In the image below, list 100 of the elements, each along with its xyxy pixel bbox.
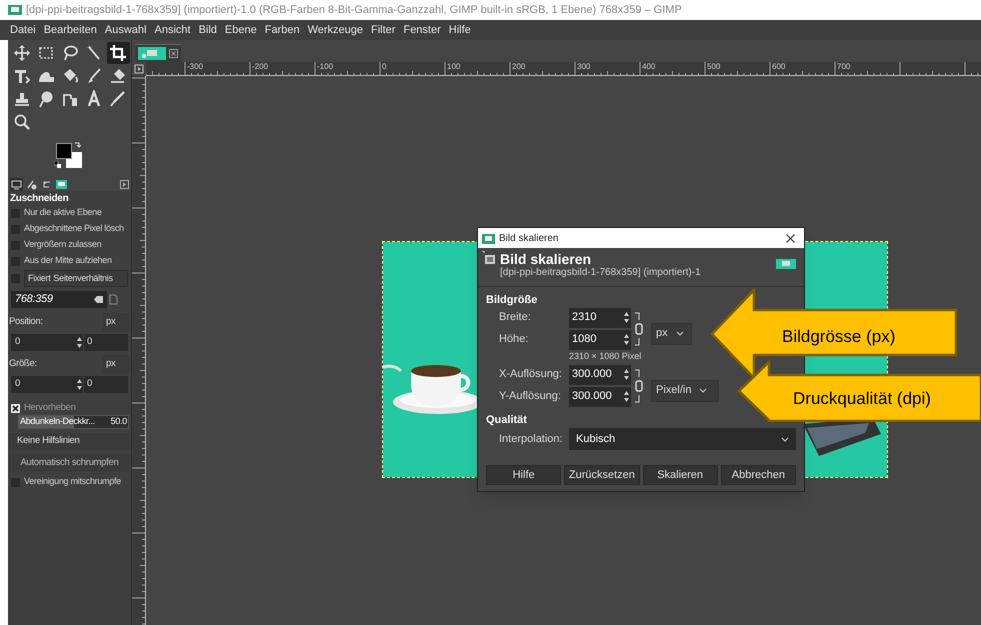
dialog-button[interactable]: Zurücksetzen [564,465,640,485]
pixel-size-info: 2310 × 1080 Pixel [568,350,642,362]
background-color-swatch[interactable] [66,152,82,168]
dock-tab[interactable] [25,178,38,190]
spin-field[interactable]: 0 [84,334,128,351]
ruler-label: 600 [772,62,786,71]
close-icon[interactable] [786,234,795,242]
spin-arrows-icon [77,336,82,349]
menu-item[interactable]: Ebene [224,22,257,38]
chain-icon[interactable] [633,310,645,348]
spin-field[interactable]: 300.000 [569,364,631,384]
zoom-icon [12,113,30,131]
chevron-down-icon [781,436,789,442]
spin-field[interactable]: 1080 [569,330,631,350]
interpolation-dropdown[interactable]: Kubisch [569,428,796,450]
field-label: Y-Auflösung: [499,389,562,404]
field-label: Höhe: [499,332,530,348]
dock-tab[interactable] [10,178,23,190]
spin-arrows-icon [624,311,629,324]
menu-item[interactable]: Bearbeiten [44,22,97,38]
ruler-label: 500 [707,62,720,71]
tool-options-icon [11,178,22,190]
option-label: Aus der Mitte aufziehen [24,254,112,268]
option-label: Abgeschnittene Pixel lösch [24,222,124,236]
ratio-field[interactable]: 768:359 [11,291,107,308]
field-label: Interpolation: [499,432,564,447]
dialog-subtitle: [dpi-ppi-beitragsbild-1-768x359] (importiert)-1 [500,267,702,279]
app-icon [482,232,495,244]
ruler-label: 300 [577,62,590,71]
unit-dropdown[interactable]: px [651,322,692,344]
image-thumbnail-icon [138,47,166,60]
clear-icon [94,296,103,303]
device-status-icon [26,178,37,190]
swap-colors-icon[interactable] [74,142,81,149]
menu-item[interactable]: Auswahl [104,22,146,38]
smudge-icon [36,90,55,108]
option-label: Vereinigung mitschrumpfe [24,475,121,488]
menu-item[interactable]: Fenster [403,22,441,38]
unit-dropdown[interactable]: px [102,313,130,332]
ruler-label: -300 [187,62,204,71]
fixed-mode-dropdown[interactable]: Fixiert Seitenverhältnis [24,270,128,287]
auto-shrink-button[interactable]: Automatisch schrumpfen [9,454,130,472]
menu-item[interactable]: Ansicht [154,22,191,38]
check-mark-icon [12,404,19,412]
crop-icon [109,44,128,62]
dialog-button[interactable]: Skalieren [642,465,718,485]
quick-mask-icon[interactable] [132,62,146,76]
image-thumbnail-icon [776,259,796,269]
menu-item[interactable]: Filter [371,22,396,38]
menu-item[interactable]: Bild [198,22,217,38]
tool-button[interactable] [106,42,130,64]
menu-item[interactable]: Farben [264,22,300,38]
dialog-button[interactable]: Hilfe [486,465,562,485]
unit-dropdown[interactable]: Pixel/in [651,380,719,402]
move-icon [12,44,30,62]
menu-item[interactable]: Datei [10,22,36,38]
default-colors-icon[interactable] [54,161,61,168]
brush-icon [85,67,104,85]
menu-item[interactable]: Werkzeuge [308,22,364,38]
section-title: Bildgröße [486,293,538,306]
ruler-label: -200 [252,62,268,71]
dock-menu-icon[interactable] [120,180,129,188]
undo-history-icon [41,178,52,190]
panel-title: Zuschneiden [9,193,70,205]
spin-field[interactable]: 0 [11,334,83,351]
dialog-button[interactable]: Abbrechen [720,465,796,485]
spin-field[interactable]: 0 [11,376,83,393]
ruler-label: -100 [317,62,334,71]
foreground-color-swatch[interactable] [56,143,72,159]
chain-icon[interactable] [633,366,645,404]
menu-item[interactable]: Hilfe [448,22,471,38]
field-label: Breite: [499,310,532,326]
dock-tab[interactable] [55,178,68,190]
callout-label: Druckqualität (dpi) [793,388,931,410]
chevron-down-icon [676,331,684,336]
opacity-slider[interactable]: Abdunkeln-Deckkr... 50.0 [18,415,129,429]
slider-value: 50.0 [110,416,127,428]
spin-arrows-icon [624,368,629,381]
ruler-label: 400 [642,62,656,71]
checkbox[interactable] [11,404,20,412]
portrait-icon[interactable] [109,294,118,305]
image-tab[interactable] [135,44,181,62]
spin-field[interactable]: 0 [84,376,128,393]
spin-field[interactable]: 2310 [569,308,631,328]
option-label: Hervorheben [24,400,76,415]
slider-label: Abdunkeln-Deckkr... [20,416,95,428]
rectangle-select-icon [36,44,55,62]
guides-dropdown[interactable]: Keine Hilfslinien [9,433,130,450]
spin-arrows-icon [624,333,629,346]
spin-field[interactable]: 300.000 [569,386,631,406]
field-label: X-Auflösung: [499,367,563,382]
dialog-title: Bild skalieren [499,232,560,246]
field-label: Größe: [9,357,38,372]
ruler-label: 700 [837,62,850,71]
eraser-icon [109,67,128,85]
option-label: Nur die aktive Ebene [24,206,102,220]
unit-dropdown[interactable]: px [102,355,130,374]
ruler-label: 200 [512,62,526,71]
spin-arrows-icon [77,378,82,391]
window-title: [dpi-ppi-beitragsbild-1-768x359] (importiert)-1.0 (RGB-Farben 8-Bit-Gamma-Ganzzahl, GIMP built-in sRGB, 1 Ebene) 768x359 – GIMP [26,2,682,18]
